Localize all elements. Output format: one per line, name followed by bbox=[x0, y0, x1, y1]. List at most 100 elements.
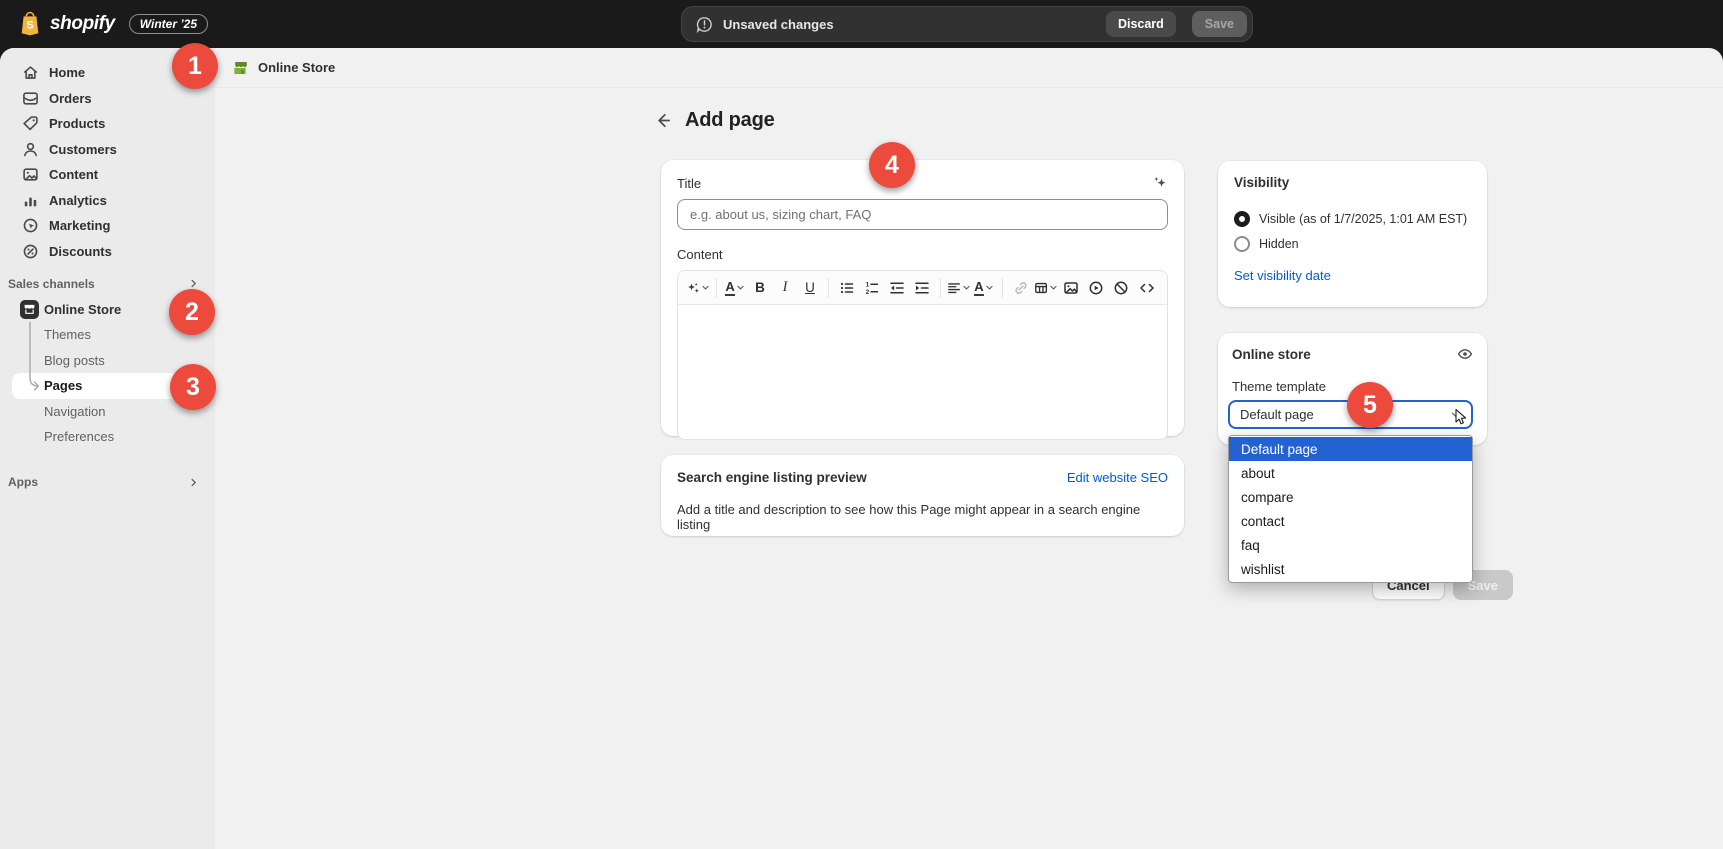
chevron-down-icon bbox=[1450, 409, 1461, 420]
home-icon bbox=[22, 64, 39, 81]
apps-header[interactable]: Apps bbox=[0, 470, 215, 496]
version-badge: Winter ’25 bbox=[129, 14, 208, 34]
annotation-badge-5: 5 bbox=[1347, 382, 1393, 428]
discounts-icon bbox=[22, 243, 39, 260]
visibility-options: Visible (as of 1/7/2025, 1:01 AM EST) Hid… bbox=[1234, 211, 1471, 252]
chevron-right-icon bbox=[188, 278, 199, 289]
topbar-save-button[interactable]: Save bbox=[1192, 11, 1247, 37]
alert-bubble-icon bbox=[696, 16, 713, 33]
unsaved-changes-label: Unsaved changes bbox=[723, 17, 1096, 32]
underline-icon[interactable]: U bbox=[798, 276, 822, 300]
visibility-radio-hidden[interactable]: Hidden bbox=[1234, 236, 1471, 252]
orders-icon bbox=[22, 90, 39, 107]
template-option-faq[interactable]: faq bbox=[1229, 533, 1472, 557]
shopify-logo[interactable]: S shopify Winter ’25 bbox=[0, 11, 208, 37]
online-store-green-icon bbox=[231, 59, 249, 77]
radio-unselected-icon bbox=[1234, 236, 1250, 252]
numbered-list-icon[interactable]: 12 bbox=[860, 276, 884, 300]
content-header-title: Online Store bbox=[258, 60, 335, 75]
theme-template-value: Default page bbox=[1240, 407, 1314, 422]
workspace: HomeOrdersProductsCustomersContentAnalyt… bbox=[0, 48, 1723, 849]
template-option-compare[interactable]: compare bbox=[1229, 485, 1472, 509]
template-option-contact[interactable]: contact bbox=[1229, 509, 1472, 533]
set-visibility-date-link[interactable]: Set visibility date bbox=[1234, 268, 1331, 283]
sidebar-item-marketing[interactable]: Marketing bbox=[0, 213, 215, 239]
bullet-list-icon[interactable] bbox=[835, 276, 859, 300]
content-header: Online Store bbox=[215, 48, 1723, 88]
text-color-icon[interactable]: A bbox=[972, 276, 996, 300]
sidebar-item-customers[interactable]: Customers bbox=[0, 137, 215, 163]
svg-text:2: 2 bbox=[866, 288, 870, 295]
toolbar-divider bbox=[828, 278, 829, 298]
link-icon[interactable] bbox=[1009, 276, 1033, 300]
toolbar-divider bbox=[940, 278, 941, 298]
svg-text:1: 1 bbox=[866, 281, 870, 288]
sidebar: HomeOrdersProductsCustomersContentAnalyt… bbox=[0, 48, 215, 849]
visibility-radio-visible[interactable]: Visible (as of 1/7/2025, 1:01 AM EST) bbox=[1234, 211, 1471, 227]
chevron-down-icon bbox=[962, 283, 971, 292]
radio-selected-icon bbox=[1234, 211, 1250, 227]
analytics-icon bbox=[22, 192, 39, 209]
page-title: Add page bbox=[685, 109, 775, 132]
align-icon[interactable] bbox=[947, 276, 971, 300]
visibility-card: Visibility Visible (as of 1/7/2025, 1:01… bbox=[1218, 161, 1487, 307]
online-store-heading: Online store bbox=[1232, 347, 1311, 362]
toolbar-divider bbox=[716, 278, 717, 298]
clear-format-icon[interactable] bbox=[1109, 276, 1133, 300]
sidebar-item-products[interactable]: Products bbox=[0, 111, 215, 137]
indent-icon[interactable] bbox=[910, 276, 934, 300]
seo-description: Add a title and description to see how t… bbox=[677, 502, 1168, 532]
chevron-down-icon bbox=[701, 283, 710, 292]
sidebar-item-discounts[interactable]: Discounts bbox=[0, 239, 215, 265]
edit-website-seo-link[interactable]: Edit website SEO bbox=[1067, 470, 1168, 485]
title-field-label: Title bbox=[677, 176, 701, 191]
italic-icon[interactable]: I bbox=[773, 276, 797, 300]
back-arrow-icon[interactable] bbox=[653, 111, 673, 131]
chevron-down-icon bbox=[1049, 283, 1058, 292]
marketing-icon bbox=[22, 217, 39, 234]
seo-heading: Search engine listing preview bbox=[677, 470, 867, 485]
topbar: S shopify Winter ’25 Unsaved changes Dis… bbox=[0, 0, 1723, 48]
annotation-badge-3: 3 bbox=[170, 364, 216, 410]
editor-body[interactable] bbox=[678, 305, 1167, 440]
svg-text:S: S bbox=[26, 20, 33, 32]
content-field-label: Content bbox=[677, 247, 1168, 262]
rich-text-editor: ABIU12A bbox=[677, 270, 1168, 440]
ai-sparkle-icon[interactable] bbox=[686, 276, 710, 300]
outdent-icon[interactable] bbox=[885, 276, 909, 300]
eye-icon[interactable] bbox=[1457, 346, 1473, 362]
title-content-card: Title Content ABIU12A bbox=[661, 160, 1184, 436]
annotation-badge-4: 4 bbox=[869, 142, 915, 188]
apps-label: Apps bbox=[8, 475, 38, 489]
template-option-about[interactable]: about bbox=[1229, 461, 1472, 485]
chevron-down-icon bbox=[736, 283, 745, 292]
storefront-icon bbox=[20, 300, 39, 319]
seo-card: Search engine listing preview Edit websi… bbox=[661, 455, 1184, 536]
video-icon[interactable] bbox=[1084, 276, 1108, 300]
sales-channels-label: Sales channels bbox=[8, 277, 95, 291]
visibility-heading: Visibility bbox=[1234, 175, 1471, 190]
brand-wordmark: shopify bbox=[50, 13, 115, 35]
sidebar-item-preferences[interactable]: Preferences bbox=[0, 424, 215, 450]
image-icon[interactable] bbox=[1059, 276, 1083, 300]
chevron-down-icon bbox=[985, 283, 994, 292]
bold-icon[interactable]: B bbox=[748, 276, 772, 300]
text-style-icon[interactable]: A bbox=[723, 276, 747, 300]
table-icon[interactable] bbox=[1034, 276, 1058, 300]
annotation-badge-2: 2 bbox=[169, 289, 215, 335]
template-option-wishlist[interactable]: wishlist bbox=[1229, 557, 1472, 581]
title-input[interactable] bbox=[677, 199, 1168, 230]
sidebar-item-analytics[interactable]: Analytics bbox=[0, 188, 215, 214]
sidebar-item-content[interactable]: Content bbox=[0, 162, 215, 188]
discard-button[interactable]: Discard bbox=[1106, 11, 1176, 37]
template-option-default-page[interactable]: Default page bbox=[1229, 437, 1472, 461]
theme-template-dropdown: Default pageaboutcomparecontactfaqwishli… bbox=[1228, 435, 1473, 583]
shopify-bag-icon: S bbox=[18, 11, 42, 37]
content-icon bbox=[22, 166, 39, 183]
annotation-badge-1: 1 bbox=[172, 43, 218, 89]
ai-sparkle-icon[interactable] bbox=[1152, 175, 1168, 191]
customers-icon bbox=[22, 141, 39, 158]
sidebar-item-orders[interactable]: Orders bbox=[0, 86, 215, 112]
code-icon[interactable] bbox=[1135, 276, 1159, 300]
unsaved-changes-bar: Unsaved changes Discard Save bbox=[681, 6, 1253, 42]
